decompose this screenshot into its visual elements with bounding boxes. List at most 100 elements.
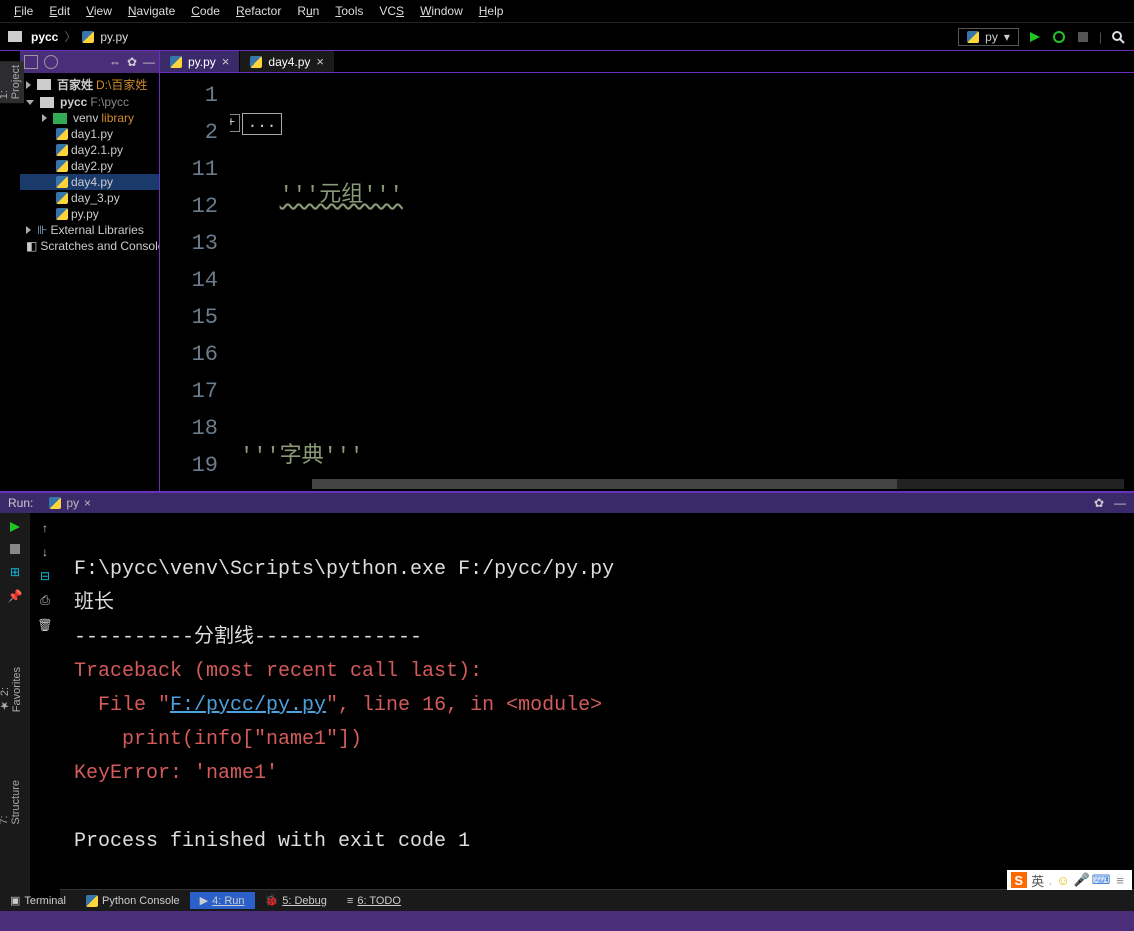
left-toolwindow-bar: 1: Project ★ 2: Favorites 7: Structure [0, 51, 20, 491]
toolwindow-structure[interactable]: 7: Structure [0, 776, 24, 829]
project-panel-header: ⇔ ✿ — [20, 51, 159, 73]
console-error: KeyError: 'name1' [74, 762, 278, 785]
python-icon [967, 31, 979, 43]
python-icon [82, 31, 94, 43]
show-vars-icon[interactable]: ⊞ [10, 565, 20, 579]
editor-area: py.py× day4.py× 1 2 11 12 13 14 15 16 17… [160, 51, 1134, 491]
run-header: Run: py × ✿ — [0, 493, 1134, 513]
crumb-file[interactable]: py.py [100, 30, 128, 44]
menu-help[interactable]: Help [471, 2, 512, 20]
down-icon[interactable]: ↓ [42, 545, 48, 559]
trash-icon[interactable]: 🗑 [37, 618, 52, 632]
toolwindow-run[interactable]: ▶ 4: Run [190, 892, 255, 909]
docstring: '''元组''' [280, 183, 403, 208]
toolwindow-debug[interactable]: 🐞 5: Debug [255, 892, 337, 909]
run-toolwindow: Run: py × ✿ — ⊞ 📌 ↑ ↓ ⊟ ⎙ 🗑 F:\pycc\venv… [0, 491, 1134, 889]
run-config-select[interactable]: py ▾ [958, 28, 1019, 46]
navigation-bar: pycc 〉 py.py py ▾ | [0, 23, 1134, 51]
docstring: '''字典''' [240, 444, 363, 469]
menu-file[interactable]: File [6, 2, 41, 20]
ime-menu-icon[interactable]: ≡ [1112, 872, 1128, 888]
menu-window[interactable]: Window [412, 2, 471, 20]
tree-file[interactable]: py.py [20, 206, 159, 222]
pin-icon[interactable]: 📌 [8, 589, 23, 603]
console-error: Traceback (most recent call last): [74, 660, 482, 683]
console-line: ----------分割线-------------- [74, 626, 422, 649]
toolwindow-favorites[interactable]: ★ 2: Favorites [0, 663, 25, 716]
keyboard-icon[interactable]: ⌨ [1093, 872, 1109, 888]
menu-tools[interactable]: Tools [327, 2, 371, 20]
toolwindow-project[interactable]: 1: Project [0, 61, 24, 103]
status-bar [0, 911, 1134, 931]
project-tree[interactable]: 百家姓 D:\百家姓 pycc F:\pycc venv library day… [20, 73, 159, 256]
horizontal-scrollbar[interactable] [312, 479, 1124, 489]
settings-icon[interactable]: ✿ [127, 55, 137, 69]
line-number-gutter: 1 2 11 12 13 14 15 16 17 18 19 [160, 73, 230, 491]
tree-folder-venv[interactable]: venv library [20, 110, 159, 126]
collapse-icon[interactable]: ⇔ [109, 55, 121, 69]
wrap-icon[interactable]: ⊟ [40, 569, 50, 583]
editor-tab[interactable]: day4.py× [240, 51, 335, 72]
tree-root[interactable]: 百家姓 D:\百家姓 [20, 75, 159, 94]
search-everywhere-icon[interactable] [1110, 29, 1126, 45]
folder-icon [8, 31, 22, 42]
menu-edit[interactable]: Edit [41, 2, 78, 20]
close-tab-icon[interactable]: × [222, 54, 230, 69]
sogou-icon[interactable]: S [1011, 872, 1027, 888]
menu-vcs[interactable]: VCS [371, 2, 412, 20]
console-line: 班长 [74, 592, 114, 615]
tree-file[interactable]: day_3.py [20, 190, 159, 206]
tree-scratches[interactable]: ◧ Scratches and Consoles [20, 238, 159, 254]
code-editor[interactable]: 1 2 11 12 13 14 15 16 17 18 19 + ... '''… [160, 73, 1134, 491]
editor-tabs: py.py× day4.py× [160, 51, 1134, 73]
up-icon[interactable]: ↑ [42, 521, 48, 535]
folded-region[interactable]: ... [242, 113, 282, 135]
fold-toggle[interactable]: + [230, 114, 240, 132]
console-error: print(info["name1"]) [74, 728, 362, 751]
crumb-project[interactable]: pycc [31, 30, 58, 44]
tree-file[interactable]: day2.py [20, 158, 159, 174]
run-label: Run: [8, 496, 33, 510]
print-icon[interactable]: ⎙ [40, 593, 50, 608]
toolwindow-todo[interactable]: ≡ 6: TODO [337, 893, 411, 909]
stop-button[interactable] [9, 543, 21, 555]
minimize-icon[interactable]: — [143, 55, 155, 69]
toolwindow-terminal[interactable]: ▣ Terminal [0, 892, 76, 909]
ime-toolbar[interactable]: S 英 , ☺ 🎤 ⌨ ≡ [1007, 870, 1132, 890]
debug-button[interactable] [1051, 29, 1067, 45]
emoji-icon[interactable]: ☺ [1055, 872, 1071, 888]
run-actions-secondary: ↑ ↓ ⊟ ⎙ 🗑 [30, 513, 60, 899]
console-line: F:\pycc\venv\Scripts\python.exe F:/pycc/… [74, 558, 614, 581]
console-error: File "F:/pycc/py.py", line 16, in <modul… [74, 694, 602, 717]
minimize-icon[interactable]: — [1114, 496, 1126, 510]
ime-lang[interactable]: 英 [1030, 872, 1046, 888]
tree-file[interactable]: day2.1.py [20, 142, 159, 158]
rerun-button[interactable] [9, 521, 21, 533]
menu-run[interactable]: Run [289, 2, 327, 20]
editor-tab[interactable]: py.py× [160, 51, 240, 72]
file-link[interactable]: F:/pycc/py.py [170, 694, 326, 717]
close-tab-icon[interactable]: × [316, 54, 324, 69]
project-panel: ⇔ ✿ — 百家姓 D:\百家姓 pycc F:\pycc venv libra… [20, 51, 160, 491]
menu-navigate[interactable]: Navigate [120, 2, 183, 20]
toolwindow-python-console[interactable]: Python Console [76, 893, 190, 909]
menu-bar: File Edit View Navigate Code Refactor Ru… [0, 0, 1134, 23]
voice-icon[interactable]: 🎤 [1074, 872, 1090, 888]
run-tab[interactable]: py × [41, 495, 99, 511]
settings-icon[interactable]: ✿ [1094, 496, 1104, 510]
tree-file[interactable]: day1.py [20, 126, 159, 142]
run-button[interactable] [1027, 29, 1043, 45]
menu-code[interactable]: Code [183, 2, 228, 20]
close-icon[interactable]: × [84, 496, 91, 510]
menu-refactor[interactable]: Refactor [228, 2, 289, 20]
tree-external-libraries[interactable]: ⊪ External Libraries [20, 222, 159, 238]
tree-root[interactable]: pycc F:\pycc [20, 94, 159, 110]
run-console[interactable]: F:\pycc\venv\Scripts\python.exe F:/pycc/… [60, 513, 1134, 899]
scope-icon[interactable] [44, 55, 58, 69]
stop-button[interactable] [1075, 29, 1091, 45]
run-config-name: py [985, 30, 998, 44]
project-view-icon[interactable] [24, 55, 38, 69]
console-line: Process finished with exit code 1 [74, 830, 470, 853]
menu-view[interactable]: View [78, 2, 120, 20]
tree-file-selected[interactable]: day4.py [20, 174, 159, 190]
